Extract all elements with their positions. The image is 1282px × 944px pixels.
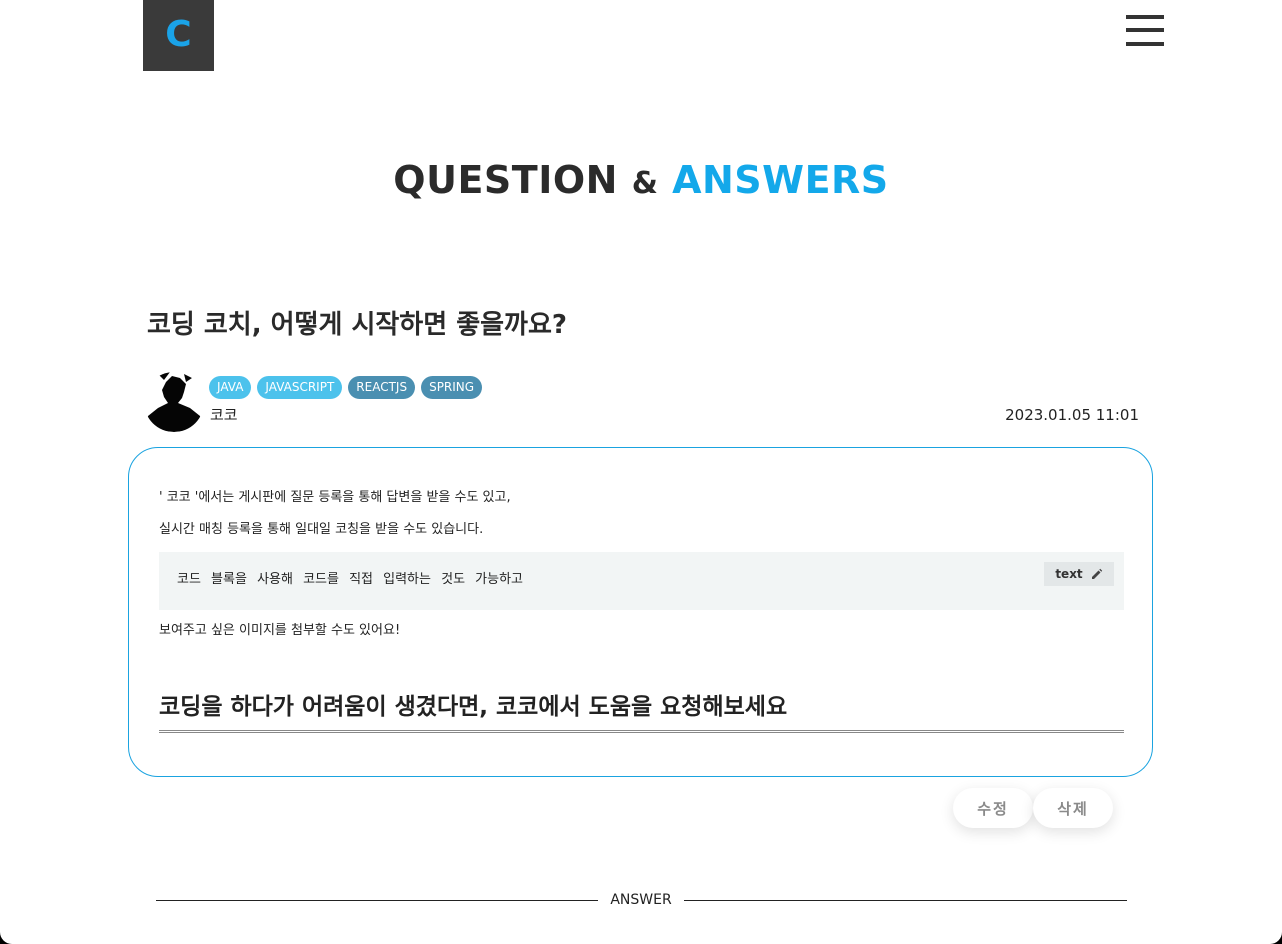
banner-title-question: QUESTION bbox=[393, 158, 618, 202]
delete-button[interactable]: 삭제 bbox=[1033, 788, 1113, 828]
page: C QUESTION & ANSWERS 코딩 코치, 어떻게 시작하면 좋을까… bbox=[0, 0, 1282, 944]
edit-button[interactable]: 수정 bbox=[953, 788, 1033, 828]
tag-javascript[interactable]: JAVASCRIPT bbox=[257, 376, 343, 399]
banner-title-answers: ANSWERS bbox=[672, 158, 889, 202]
code-block: 코드 블록을 사용해 코드를 직접 입력하는 것도 가능하고 text bbox=[159, 552, 1124, 610]
avatar bbox=[144, 372, 204, 432]
author-name: 코코 bbox=[210, 406, 238, 424]
pencil-icon bbox=[1091, 568, 1102, 579]
question-title: 코딩 코치, 어떻게 시작하면 좋을까요? bbox=[147, 310, 567, 340]
answer-divider-left bbox=[156, 900, 598, 901]
avatar-silhouette-icon bbox=[144, 372, 204, 432]
tag-reactjs[interactable]: REACTJS bbox=[348, 376, 416, 399]
content-paragraph-3: 보여주고 싶은 이미지를 첨부할 수도 있어요! bbox=[159, 623, 401, 638]
question-content: ' 코코 '에서는 게시판에 질문 등록을 통해 답변을 받을 수도 있고, 실… bbox=[128, 447, 1153, 777]
banner-ampersand: & bbox=[631, 166, 659, 201]
tag-java[interactable]: JAVA bbox=[209, 376, 252, 399]
answer-divider-right bbox=[684, 900, 1127, 901]
content-heading: 코딩을 하다가 어려움이 생겼다면, 코코에서 도움을 요청해보세요 bbox=[159, 690, 1124, 733]
content-paragraph-2: 실시간 매칭 등록을 통해 일대일 코칭을 받을 수도 있습니다. bbox=[159, 522, 484, 537]
tag-spring[interactable]: SPRING bbox=[421, 376, 483, 399]
code-language-selector[interactable]: text bbox=[1044, 562, 1114, 586]
hamburger-menu-icon[interactable] bbox=[1126, 15, 1164, 46]
tag-list: JAVA JAVASCRIPT REACTJS SPRING bbox=[209, 376, 483, 399]
answer-section-label: ANSWER bbox=[610, 892, 672, 908]
logo[interactable]: C bbox=[143, 0, 214, 71]
code-language-label: text bbox=[1055, 567, 1083, 581]
logo-letter: C bbox=[165, 13, 192, 55]
page-banner: QUESTION & ANSWERS bbox=[0, 152, 1282, 212]
code-block-text: 코드 블록을 사용해 코드를 직접 입력하는 것도 가능하고 bbox=[177, 572, 524, 587]
post-date: 2023.01.05 11:01 bbox=[1005, 406, 1139, 424]
content-paragraph-1: ' 코코 '에서는 게시판에 질문 등록을 통해 답변을 받을 수도 있고, bbox=[159, 490, 511, 505]
